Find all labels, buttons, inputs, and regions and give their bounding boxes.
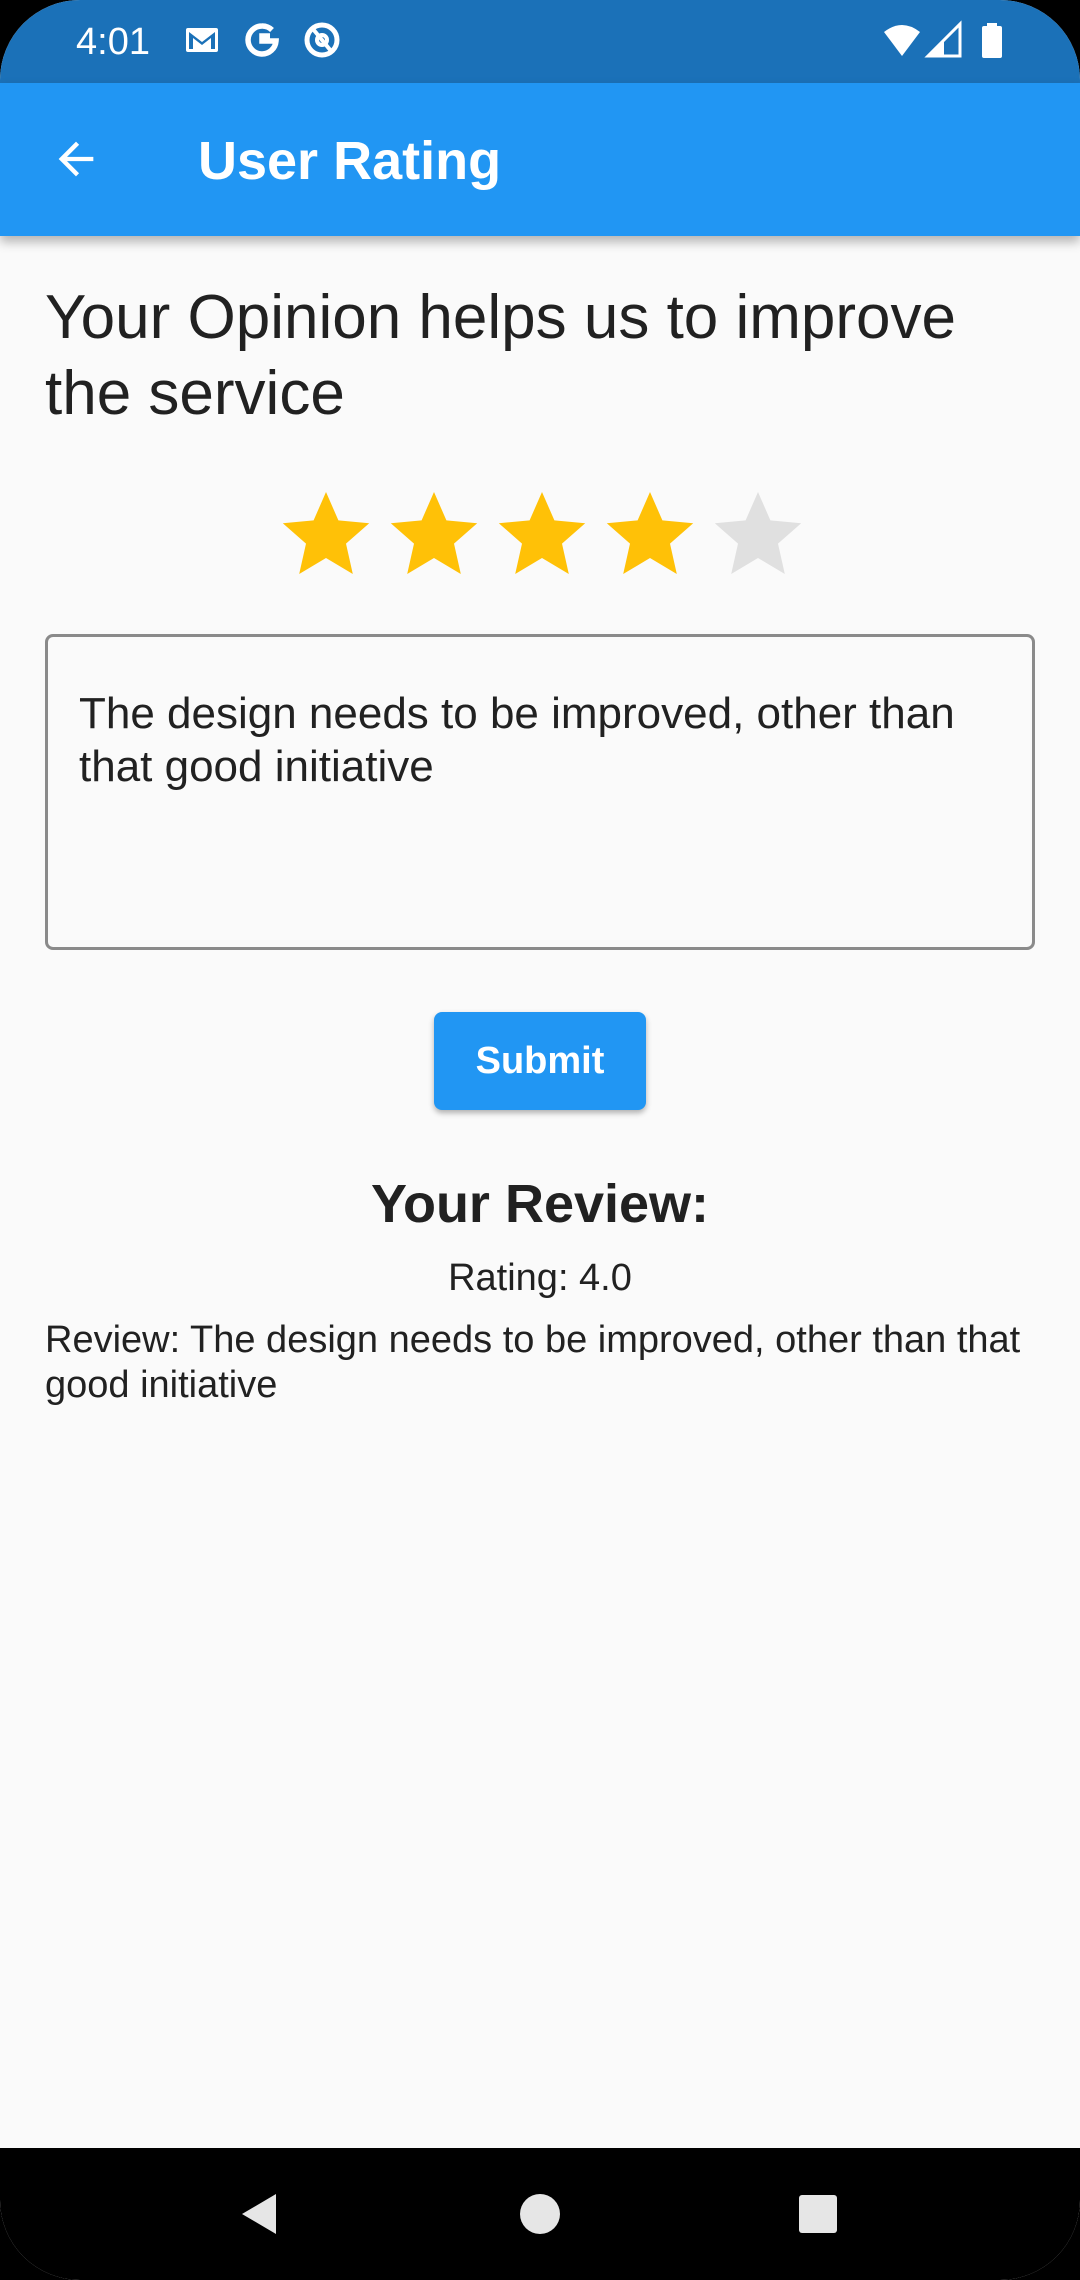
review-input-value: The design needs to be improved, other t… bbox=[79, 689, 955, 791]
system-nav-bar bbox=[0, 2148, 1080, 2280]
gmail-icon bbox=[186, 28, 218, 52]
headline: Your Opinion helps us to improve the ser… bbox=[45, 283, 957, 428]
star-icon bbox=[390, 492, 478, 574]
status-time: 4:01 bbox=[76, 21, 150, 63]
star-icon bbox=[282, 492, 370, 574]
back-triangle-icon bbox=[242, 2194, 276, 2234]
at-sign-icon bbox=[304, 22, 340, 58]
recents-square-icon bbox=[799, 2195, 837, 2233]
star-icon bbox=[606, 492, 694, 574]
review-input[interactable]: The design needs to be improved, other t… bbox=[45, 634, 1035, 950]
home-circle-icon bbox=[520, 2194, 560, 2234]
signal-icon bbox=[924, 20, 962, 58]
status-bar: 4:01 bbox=[0, 0, 1080, 83]
arrow-back-icon bbox=[58, 141, 94, 177]
main-content: Your Opinion helps us to improve the ser… bbox=[0, 236, 1080, 2148]
review-rating-text: Rating: 4.0 bbox=[448, 1257, 632, 1299]
star-rating[interactable] bbox=[272, 484, 812, 584]
nav-recents-button[interactable] bbox=[778, 2174, 858, 2254]
back-button[interactable] bbox=[36, 119, 116, 199]
app-bar: User Rating bbox=[0, 83, 1080, 236]
review-text: Review: The design needs to be improved,… bbox=[45, 1319, 1021, 1406]
star-5[interactable] bbox=[704, 484, 812, 584]
wifi-icon bbox=[884, 25, 920, 56]
star-1[interactable] bbox=[272, 484, 380, 584]
star-icon bbox=[714, 492, 802, 574]
review-heading: Your Review: bbox=[370, 1174, 710, 1234]
nav-back-button[interactable] bbox=[220, 2174, 300, 2254]
star-2[interactable] bbox=[380, 484, 488, 584]
nav-home-button[interactable] bbox=[500, 2174, 580, 2254]
battery-icon bbox=[982, 23, 1002, 58]
page-title: User Rating bbox=[198, 131, 502, 191]
star-icon bbox=[498, 492, 586, 574]
star-4[interactable] bbox=[596, 484, 704, 584]
submit-button[interactable]: Submit bbox=[434, 1012, 646, 1110]
google-icon bbox=[245, 23, 279, 57]
app-screen: 4:01 User Rating Your Opinion helps us t… bbox=[0, 0, 1080, 2280]
star-3[interactable] bbox=[488, 484, 596, 584]
